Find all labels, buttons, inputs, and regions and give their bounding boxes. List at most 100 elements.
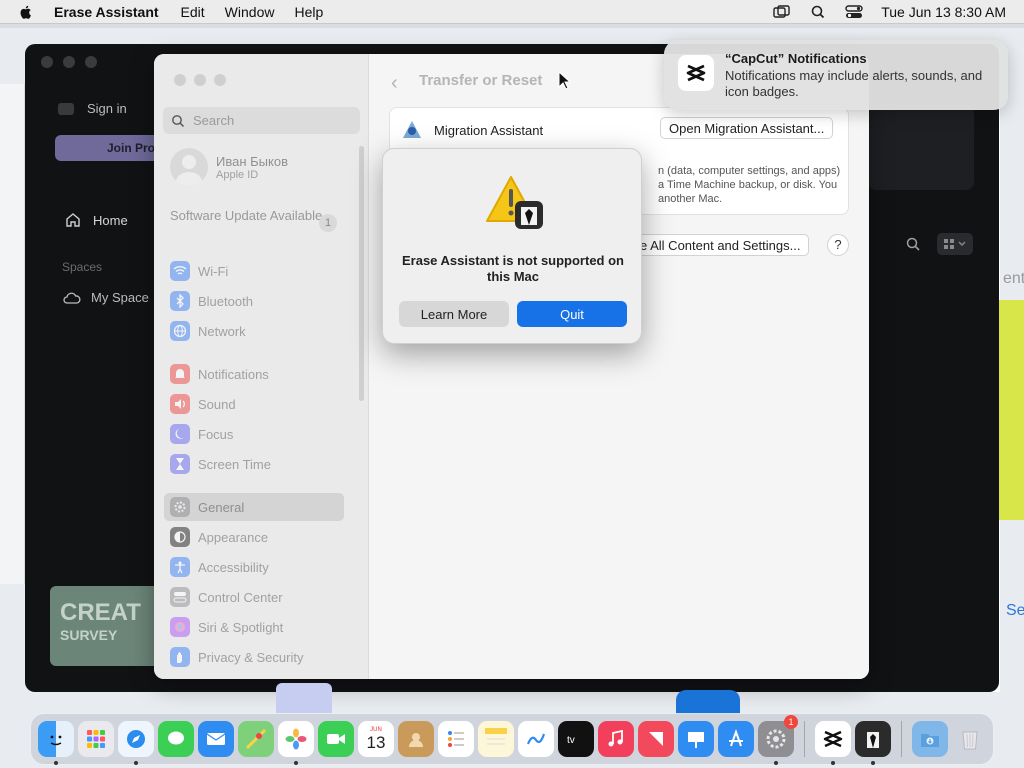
software-update-item[interactable]: Software Update Available	[170, 208, 338, 224]
news-icon[interactable]	[638, 721, 674, 757]
speaker-icon	[170, 394, 190, 414]
sidebar-item-focus[interactable]: Focus	[164, 420, 344, 448]
update-count-badge: 1	[319, 214, 337, 232]
spaces-heading: Spaces	[62, 260, 103, 274]
search-icon	[172, 114, 185, 127]
background-artwork	[999, 300, 1024, 520]
background-link[interactable]: Se	[1006, 602, 1024, 620]
sidebar-item-wifi[interactable]: Wi-Fi	[164, 257, 344, 285]
avatar	[170, 148, 208, 186]
survey-banner[interactable]: CREAT SURVEY	[50, 586, 160, 666]
minimize-button[interactable]	[194, 74, 206, 86]
hourglass-icon	[170, 454, 190, 474]
safari-icon[interactable]	[118, 721, 154, 765]
migration-assistant-row: Migration Assistant	[400, 118, 543, 142]
hand-icon	[170, 647, 190, 667]
sidebar-scrollbar[interactable]	[359, 146, 364, 401]
capcut-notification[interactable]: “CapCut” Notifications Notifications may…	[664, 40, 1008, 110]
capcut-app-icon	[678, 55, 714, 91]
mail-icon[interactable]	[198, 721, 234, 757]
search-field[interactable]	[163, 107, 360, 134]
view-toggle-button[interactable]	[937, 233, 973, 255]
maps-icon[interactable]	[238, 721, 274, 757]
wifi-icon	[170, 261, 190, 281]
sidebar-item-privacy-security[interactable]: Privacy & Security	[164, 643, 344, 671]
search-input[interactable]	[193, 113, 353, 128]
reminders-icon[interactable]	[438, 721, 474, 757]
sidebar-item-appearance[interactable]: Appearance	[164, 523, 344, 551]
join-pro-button[interactable]: Join Pro	[55, 135, 165, 161]
apple-id-profile[interactable]: Иван Быков Apple ID	[170, 148, 288, 186]
sidebar-item-label: Appearance	[198, 529, 269, 545]
app-name-menu[interactable]: Erase Assistant	[54, 4, 159, 20]
launchpad-icon[interactable]	[78, 721, 114, 757]
close-button[interactable]	[174, 74, 186, 86]
notification-badge: 1	[784, 715, 798, 729]
notes-icon[interactable]	[478, 721, 514, 757]
trash-icon[interactable]	[952, 721, 988, 757]
sidebar-item-label: Wi-Fi	[198, 263, 229, 279]
facetime-icon[interactable]	[318, 721, 354, 757]
messages-icon[interactable]	[158, 721, 194, 757]
learn-more-button[interactable]: Learn More	[399, 301, 509, 327]
background-app-edge	[0, 84, 25, 584]
erase-assistant-icon[interactable]	[855, 721, 891, 765]
downloads-folder-icon[interactable]	[912, 721, 948, 757]
back-chevron-icon[interactable]: ‹	[391, 72, 398, 95]
search-icon[interactable]	[905, 236, 921, 252]
sidebar-item-bluetooth[interactable]: Bluetooth	[164, 287, 344, 315]
quit-button[interactable]: Quit	[517, 301, 627, 327]
finder-icon[interactable]	[38, 721, 74, 765]
screen-mirroring-icon[interactable]	[773, 4, 791, 19]
sidebar-item-sound[interactable]: Sound	[164, 390, 344, 418]
sidebar-item-my-space[interactable]: My Space	[63, 290, 149, 305]
menubar-clock[interactable]: Tue Jun 13 8:30 AM	[881, 4, 1006, 20]
accessibility-icon	[170, 557, 190, 577]
photos-icon[interactable]	[278, 721, 314, 765]
grid-view-icon	[944, 239, 966, 249]
globe-icon	[170, 321, 190, 341]
page-title: Transfer or Reset	[419, 72, 543, 89]
contacts-icon[interactable]	[398, 721, 434, 757]
sidebar-item-siri-spotlight[interactable]: Siri & Spotlight	[164, 613, 344, 641]
sign-in-button[interactable]: Sign in	[57, 101, 127, 116]
zoom-button[interactable]	[214, 74, 226, 86]
menu-edit[interactable]: Edit	[181, 4, 205, 20]
app-store-icon[interactable]	[718, 721, 754, 757]
keynote-icon[interactable]	[678, 721, 714, 757]
tv-icon[interactable]: tv	[558, 721, 594, 757]
music-icon[interactable]	[598, 721, 634, 757]
svg-text:tv: tv	[567, 735, 575, 746]
open-migration-assistant-button[interactable]: Open Migration Assistant...	[660, 117, 834, 139]
sidebar-item-home[interactable]: Home	[65, 212, 128, 228]
apple-menu-icon[interactable]	[18, 4, 34, 20]
sidebar-item-label: Control Center	[198, 589, 283, 605]
freeform-icon[interactable]	[518, 721, 554, 757]
sidebar-item-label: Network	[198, 323, 246, 339]
sidebar-item-general[interactable]: General	[164, 493, 344, 521]
background-text: ent.	[1003, 270, 1024, 287]
migration-assistant-icon	[403, 121, 421, 138]
sidebar-item-network[interactable]: Network	[164, 317, 344, 345]
erase-all-content-button[interactable]: e All Content and Settings...	[631, 234, 810, 256]
my-space-label: My Space	[91, 290, 149, 305]
sidebar-item-control-center[interactable]: Control Center	[164, 583, 344, 611]
migration-assistant-label: Migration Assistant	[434, 122, 544, 138]
sidebar-item-label: Accessibility	[198, 559, 269, 575]
spotlight-search-icon[interactable]	[809, 5, 827, 19]
system-settings-icon[interactable]: 1	[758, 715, 798, 765]
menu-help[interactable]: Help	[294, 4, 323, 20]
menu-window[interactable]: Window	[225, 4, 275, 20]
sidebar-item-label: General	[198, 499, 245, 515]
control-center-icon[interactable]	[845, 4, 863, 19]
sidebar-item-notifications[interactable]: Notifications	[164, 360, 344, 388]
banner-subtitle: SURVEY	[60, 627, 118, 643]
help-button[interactable]: ?	[827, 234, 849, 256]
calendar-icon[interactable]: JUN 13	[358, 721, 394, 757]
warning-icon	[486, 176, 543, 229]
sidebar-item-accessibility[interactable]: Accessibility	[164, 553, 344, 581]
sidebar-item-label: Bluetooth	[198, 293, 253, 309]
sidebar-item-screen-time[interactable]: Screen Time	[164, 450, 344, 478]
sidebar-item-label: Sound	[198, 396, 236, 412]
capcut-icon[interactable]	[815, 721, 851, 765]
